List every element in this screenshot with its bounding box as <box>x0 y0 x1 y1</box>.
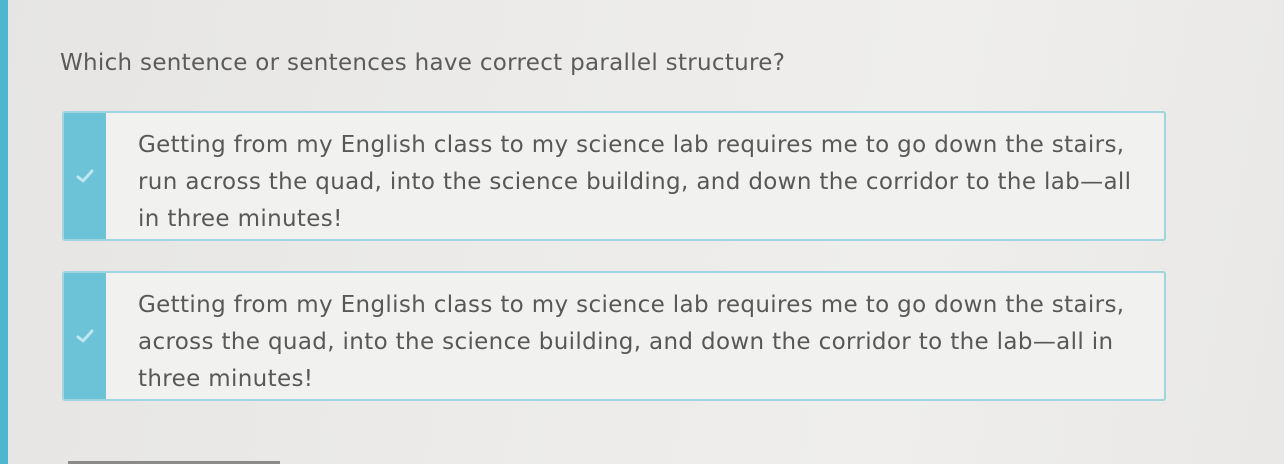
choice-1-text: Getting from my English class to my scie… <box>138 132 1132 232</box>
choice-1-selected-indicator <box>64 113 106 239</box>
answer-choice-2[interactable]: Getting from my English class to my scie… <box>62 271 1166 401</box>
answer-choice-1[interactable]: Getting from my English class to my scie… <box>62 111 1166 241</box>
question-prompt: Which sentence or sentences have correct… <box>60 50 786 76</box>
left-accent-bar <box>0 0 8 464</box>
choice-2-text: Getting from my English class to my scie… <box>138 292 1125 392</box>
choice-2-selected-indicator <box>64 273 106 399</box>
checkmark-icon <box>76 329 94 343</box>
checkmark-icon <box>76 169 94 183</box>
